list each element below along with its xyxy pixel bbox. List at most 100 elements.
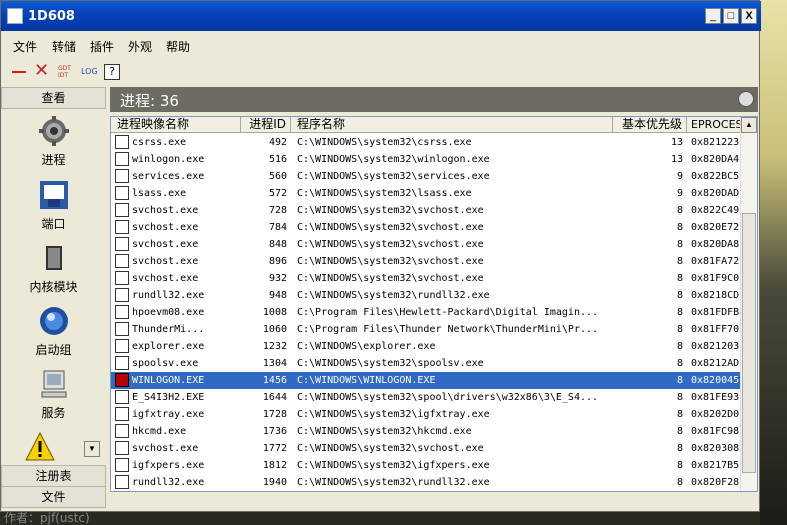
cell-priority: 8	[676, 273, 683, 284]
maximize-button[interactable]: □	[723, 8, 739, 24]
table-row[interactable]: svchost.exe 848 C:\WINDOWS\system32\svchos…	[111, 236, 757, 253]
cell-image-name: svchost.exe	[132, 273, 199, 284]
gdt-idt-button[interactable]: GDT IDT	[58, 65, 76, 83]
cell-pid: 932	[268, 273, 287, 284]
cell-pid: 572	[268, 188, 287, 199]
table-row[interactable]: WINLOGON.EXE 1456 C:\WINDOWS\WINLOGON.EXE 8…	[111, 372, 757, 389]
sidebar-item-label: 服务	[41, 406, 66, 420]
process-icon	[115, 186, 129, 200]
table-row[interactable]: hpoevm08.exe 1008 C:\Program Files\Hewlett…	[111, 304, 757, 321]
cell-pid: 1232	[262, 341, 287, 352]
cell-eprocess: 0x822BC5	[691, 171, 740, 182]
table-row[interactable]: csrss.exe 492 C:\WINDOWS\system32\csrss.ex…	[111, 134, 757, 151]
process-icon	[115, 441, 129, 455]
cell-eprocess: 0x820DA4	[691, 154, 740, 165]
title-bar[interactable]: 1D608 _ □ X	[1, 1, 761, 31]
sidebar-item-warning[interactable]	[0, 431, 92, 463]
vertical-scrollbar[interactable]: ▲	[740, 117, 757, 491]
cell-eprocess: 0x821203	[691, 341, 740, 352]
warning-icon	[24, 431, 56, 463]
column-header-pid[interactable]: 进程ID	[241, 117, 291, 133]
log-button[interactable]: LOG	[81, 67, 99, 85]
column-header-image-name[interactable]: 进程映像名称	[111, 117, 241, 133]
table-row[interactable]: explorer.exe 1232 C:\WINDOWS\explorer.exe 8…	[111, 338, 757, 355]
column-header-eprocess[interactable]: EPROCESS	[687, 117, 741, 133]
refresh-icon[interactable]	[738, 91, 754, 107]
table-row[interactable]: svchost.exe 1772 C:\WINDOWS\system32\svcho…	[111, 440, 757, 457]
cell-program: C:\WINDOWS\system32\rundll32.exe	[297, 290, 490, 301]
table-row[interactable]: E_S4I3H2.EXE 1644 C:\WINDOWS\system32\spoo…	[111, 389, 757, 406]
cell-pid: 1940	[262, 477, 287, 488]
process-icon	[115, 390, 129, 404]
sidebar-item-startup[interactable]: 启动组	[1, 305, 106, 358]
menu-file[interactable]: 文件	[13, 38, 37, 55]
idt-label: IDT	[58, 72, 69, 79]
process-list: 进程映像名称 进程ID 程序名称 基本优先级 EPROCESS csrss.ex…	[110, 116, 758, 492]
sidebar-item-label: 内核模块	[29, 280, 78, 294]
column-header-program[interactable]: 程序名称	[291, 117, 613, 133]
cell-eprocess: 0x81FA72	[691, 256, 740, 267]
cell-priority: 8	[676, 477, 683, 488]
cell-priority: 8	[676, 358, 683, 369]
scroll-thumb[interactable]	[742, 213, 756, 473]
delete-x-icon[interactable]: ✕	[34, 62, 50, 81]
menu-help[interactable]: 帮助	[166, 38, 190, 55]
cell-priority: 8	[676, 256, 683, 267]
menu-appearance[interactable]: 外观	[128, 38, 152, 55]
cell-program: C:\Program Files\Thunder Network\Thunder…	[297, 324, 599, 335]
sidebar-header-registry[interactable]: 注册表	[1, 465, 106, 487]
sidebar-item-kernel-modules[interactable]: 内核模块	[1, 242, 106, 295]
menu-plugins[interactable]: 插件	[90, 38, 114, 55]
process-icon	[115, 458, 129, 472]
sidebar-header-file[interactable]: 文件	[1, 486, 106, 508]
sidebar-header-view[interactable]: 查看	[1, 87, 106, 109]
gdt-label: GDT	[58, 65, 71, 72]
table-row[interactable]: rundll32.exe 948 C:\WINDOWS\system32\rundl…	[111, 287, 757, 304]
table-row[interactable]: svchost.exe 896 C:\WINDOWS\system32\svchos…	[111, 253, 757, 270]
cell-image-name: svchost.exe	[132, 443, 199, 454]
cell-image-name: services.exe	[132, 171, 205, 182]
cell-image-name: rundll32.exe	[132, 477, 205, 488]
cell-priority: 8	[676, 375, 683, 386]
cell-eprocess: 0x8212AD	[691, 358, 740, 369]
cell-eprocess: 0x822C49	[691, 205, 740, 216]
cell-pid: 1812	[262, 460, 287, 471]
help-button[interactable]: ?	[104, 64, 120, 80]
computer-icon	[38, 368, 70, 400]
cell-eprocess: 0x81FE93	[691, 392, 740, 403]
minimize-button[interactable]: _	[705, 8, 721, 24]
menu-dump[interactable]: 转储	[52, 38, 76, 55]
cell-eprocess: 0x820DAD	[691, 188, 740, 199]
process-icon	[115, 254, 129, 268]
table-row[interactable]: services.exe 560 C:\WINDOWS\system32\servi…	[111, 168, 757, 185]
process-icon	[115, 424, 129, 438]
sidebar-item-process[interactable]: 进程	[1, 115, 106, 168]
table-row[interactable]: winlogon.exe 516 C:\WINDOWS\system32\winlo…	[111, 151, 757, 168]
cell-pid: 560	[268, 171, 287, 182]
cell-program: C:\WINDOWS\system32\igfxpers.exe	[297, 460, 490, 471]
table-row[interactable]: lsass.exe 572 C:\WINDOWS\system32\lsass.ex…	[111, 185, 757, 202]
table-row[interactable]: ThunderMi... 1060 C:\Program Files\Thunder…	[111, 321, 757, 338]
table-row[interactable]: hkcmd.exe 1736 C:\WINDOWS\system32\hkcmd.e…	[111, 423, 757, 440]
sidebar-item-ports[interactable]: 端口	[1, 179, 106, 232]
cell-program: C:\WINDOWS\system32\svchost.exe	[297, 239, 484, 250]
table-row[interactable]: svchost.exe 728 C:\WINDOWS\system32\svchos…	[111, 202, 757, 219]
sidebar-scroll-down-button[interactable]: ▼	[84, 441, 100, 457]
column-header-priority[interactable]: 基本优先级	[613, 117, 687, 133]
table-row[interactable]: igfxpers.exe 1812 C:\WINDOWS\system32\igfx…	[111, 457, 757, 474]
table-row[interactable]: svchost.exe 784 C:\WINDOWS\system32\svchos…	[111, 219, 757, 236]
cell-pid: 728	[268, 205, 287, 216]
sidebar-item-services[interactable]: 服务	[1, 368, 106, 421]
cell-image-name: svchost.exe	[132, 222, 199, 233]
cell-pid: 1008	[262, 307, 287, 318]
minus-icon[interactable]	[12, 71, 26, 73]
table-row[interactable]: svchost.exe 932 C:\WINDOWS\system32\svchos…	[111, 270, 757, 287]
process-icon	[115, 169, 129, 183]
cell-priority: 8	[676, 409, 683, 420]
table-row[interactable]: spoolsv.exe 1304 C:\WINDOWS\system32\spool…	[111, 355, 757, 372]
scroll-up-button[interactable]: ▲	[741, 117, 757, 133]
table-row[interactable]: igfxtray.exe 1728 C:\WINDOWS\system32\igfx…	[111, 406, 757, 423]
table-row[interactable]: rundll32.exe 1940 C:\WINDOWS\system32\rund…	[111, 474, 757, 491]
close-button[interactable]: X	[741, 8, 757, 24]
sidebar: 查看 进程 端口 内核模块 启动组 服务 ▼ 注册表 文件	[0, 87, 106, 508]
